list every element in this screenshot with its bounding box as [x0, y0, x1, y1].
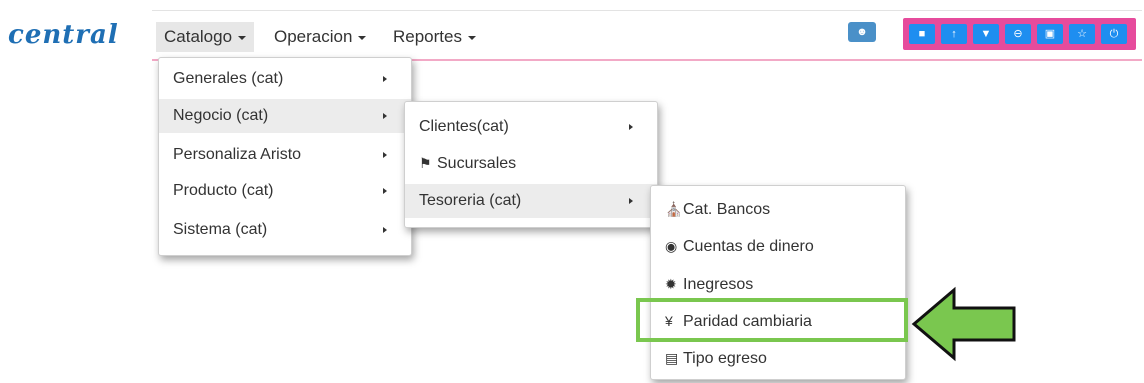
star-icon[interactable]: ☆: [1069, 24, 1095, 44]
flag-icon: ⚑: [419, 155, 432, 171]
document-icon: ▤: [665, 350, 679, 366]
nav-label: Reportes: [393, 27, 462, 46]
menu-label: Clientes(cat): [419, 118, 509, 135]
menu-item-producto[interactable]: Producto (cat): [159, 174, 411, 208]
catalogo-dropdown: Generales (cat) Negocio (cat) Personaliz…: [158, 57, 412, 256]
menu-label: Cat. Bancos: [683, 201, 771, 218]
menu-item-tipo-egreso[interactable]: ▤ Tipo egreso: [651, 341, 905, 375]
menu-label: Personaliza Aristo: [173, 146, 302, 163]
menu-label: Sucursales: [437, 155, 517, 172]
menu-label: Inegresos: [683, 276, 754, 293]
nav-label: Operacion: [274, 27, 353, 46]
caret-right-icon: [629, 124, 633, 130]
menu-item-sistema[interactable]: Sistema (cat): [159, 213, 411, 247]
user-icon[interactable]: ☻: [848, 22, 876, 42]
negocio-submenu: Clientes(cat) ⚑ Sucursales Tesoreria (cat…: [404, 101, 658, 228]
menu-label: Producto (cat): [173, 182, 274, 199]
menu-item-clientes[interactable]: Clientes(cat): [405, 110, 657, 144]
caret-right-icon: [383, 227, 387, 233]
camera-icon[interactable]: ▣: [1037, 24, 1063, 44]
toolbar-group: ■ ↑ ▼ ⊖ ▣ ☆ ⏻: [903, 18, 1136, 50]
menu-item-personaliza[interactable]: Personaliza Aristo: [159, 138, 411, 172]
menu-label: Sistema (cat): [173, 221, 268, 238]
caret-down-icon: [467, 35, 476, 40]
nav-reportes[interactable]: Reportes: [385, 22, 484, 52]
menu-item-negocio[interactable]: Negocio (cat): [159, 99, 411, 133]
menu-item-cuentas[interactable]: ◉ Cuentas de dinero: [651, 229, 905, 263]
bank-icon: ⛪: [665, 201, 683, 217]
shield-icon[interactable]: ▼: [973, 24, 999, 44]
nav-catalogo[interactable]: Catalogo: [156, 22, 255, 52]
left-arrow-icon: [911, 286, 1016, 362]
menu-item-inegresos[interactable]: ✹ Inegresos: [651, 267, 905, 301]
menu-item-cat-bancos[interactable]: ⛪Cat. Bancos: [651, 192, 905, 226]
menu-label: Negocio (cat): [173, 107, 269, 124]
menu-label: Cuentas de dinero: [683, 238, 814, 255]
menu-item-sucursales[interactable]: ⚑ Sucursales: [405, 146, 657, 180]
caret-down-icon: [358, 35, 367, 40]
menu-item-generales[interactable]: Generales (cat): [159, 62, 411, 96]
nav-label: Catalogo: [164, 27, 233, 46]
cogs-icon: ✹: [665, 276, 677, 292]
menu-item-tesoreria[interactable]: Tesoreria (cat): [405, 184, 657, 218]
caret-right-icon: [629, 198, 633, 204]
nav-operacion[interactable]: Operacion: [266, 22, 374, 52]
caret-down-icon: [238, 35, 247, 40]
upload-icon[interactable]: ↑: [941, 24, 967, 44]
menu-label: Generales (cat): [173, 70, 284, 87]
power-icon[interactable]: ⏻: [1101, 24, 1127, 44]
caret-right-icon: [383, 188, 387, 194]
brand-logo[interactable]: central: [8, 20, 119, 50]
caret-right-icon: [383, 113, 387, 119]
minus-circle-icon[interactable]: ⊖: [1005, 24, 1031, 44]
caret-right-icon: [383, 76, 387, 82]
dollar-circle-icon: ◉: [665, 238, 678, 254]
menu-label: Tipo egreso: [683, 350, 767, 367]
tesoreria-submenu: ⛪Cat. Bancos ◉ Cuentas de dinero ✹ Inegres…: [650, 185, 906, 380]
menu-label: Tesoreria (cat): [419, 192, 522, 209]
caret-right-icon: [383, 152, 387, 158]
highlight-box: [636, 298, 908, 342]
cube-icon[interactable]: ■: [909, 24, 935, 44]
